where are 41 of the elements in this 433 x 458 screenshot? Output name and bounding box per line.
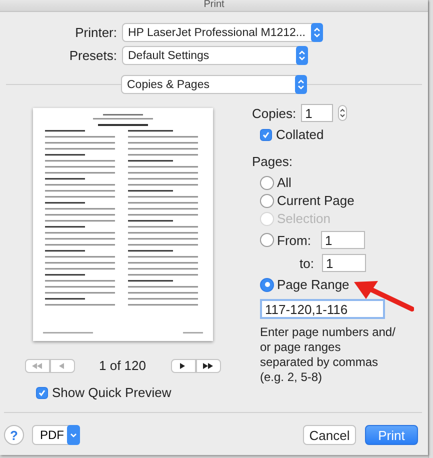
radio-button[interactable]: [260, 176, 274, 190]
stepper-icon[interactable]: [338, 105, 348, 121]
stepper-icon: [296, 46, 308, 65]
copies-label: Copies:: [252, 106, 296, 120]
section-popup[interactable]: Copies & Pages: [121, 75, 307, 94]
printer-popup[interactable]: HP LaserJet Professional M1212...: [122, 23, 322, 42]
left-triangle-icon: [57, 360, 67, 370]
window-title: Print: [204, 0, 224, 11]
quick-preview-label: Show Quick Preview: [52, 385, 172, 400]
quick-preview-checkbox[interactable]: [36, 386, 48, 398]
stepper-icon: [310, 23, 322, 42]
copies-field[interactable]: 1: [301, 104, 334, 122]
page-range-field[interactable]: 117-120,1-116: [260, 299, 385, 319]
to-label: to:: [298, 256, 315, 270]
stepper-icon: [295, 75, 307, 94]
presets-popup[interactable]: Default Settings: [122, 46, 308, 65]
left-triangle-icon: [32, 360, 42, 370]
to-page-field[interactable]: 1: [322, 254, 366, 272]
pdf-menu-button[interactable]: PDF: [32, 425, 80, 445]
caret-icon: [67, 425, 80, 445]
arrow-drawing: [352, 279, 414, 313]
presets-label: Presets:: [68, 48, 117, 63]
radio-button[interactable]: [260, 194, 274, 208]
radio-button[interactable]: [260, 278, 274, 292]
collated-checkbox[interactable]: [260, 128, 272, 140]
from-page-field[interactable]: 1: [320, 231, 365, 249]
page-indicator: 1 of 120: [99, 358, 146, 373]
next-page-button[interactable]: [170, 358, 196, 372]
radio-label: Current Page: [277, 193, 354, 208]
collated-label: Collated: [276, 127, 324, 142]
help-button[interactable]: ?: [4, 425, 24, 445]
last-page-button[interactable]: [196, 358, 220, 372]
page-range-hint: Enter page numbers and/ or page ranges separated by commas (e.g. 2, 5-8): [260, 325, 396, 385]
cancel-button[interactable]: Cancel: [303, 425, 356, 445]
radio-label: From:: [277, 232, 311, 248]
printer-label: Printer:: [74, 25, 117, 40]
right-triangle-icon: [203, 360, 213, 370]
radio-label: All: [277, 175, 292, 190]
radio-label: Page Range: [277, 277, 350, 292]
radio-button[interactable]: [260, 233, 274, 247]
pages-label: Pages:: [252, 154, 294, 169]
